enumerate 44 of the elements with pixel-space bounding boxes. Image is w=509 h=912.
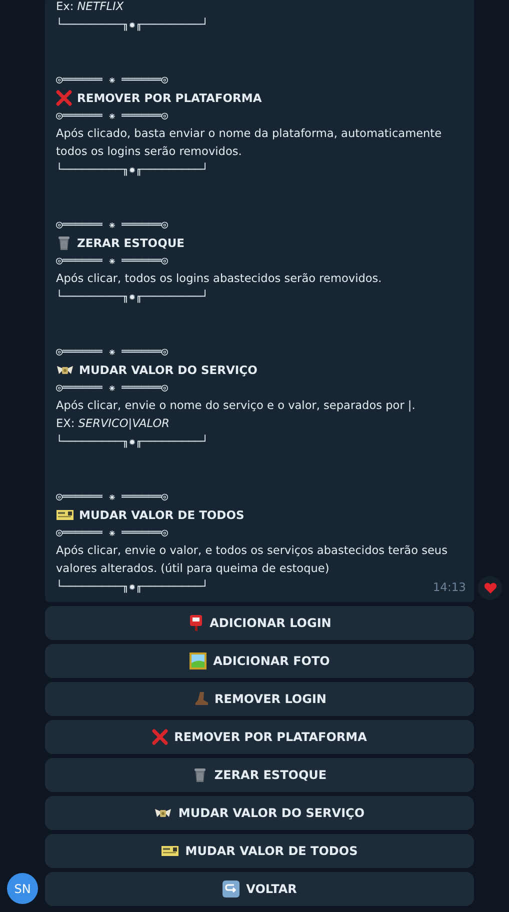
ornament-divider: └─────────╖✹╓─────────┘ [56, 16, 208, 33]
section-title: MUDAR VALOR DO SERVIÇO [79, 362, 258, 379]
description-text: Após clicar, envie o nome do serviço e o valor, separados por |. [56, 398, 416, 414]
ornament-divider: ◎══════ ⁕ ══════◎ [56, 489, 168, 505]
keyboard-button[interactable]: ADICIONAR LOGIN [45, 606, 474, 640]
description-text: Após clicar, todos os logins abastecidos serão removidos. [56, 271, 383, 287]
description-text: EX: SERVICO|VALOR [56, 416, 170, 432]
ornament-divider: ◎══════ ⁕ ══════◎ [56, 108, 168, 124]
ornament-divider: ◎══════ ⁕ ══════◎ [56, 380, 168, 396]
cross-icon [152, 729, 168, 745]
ornament-divider: └─────────╖✹╓─────────┘ [56, 162, 208, 178]
mailbox-icon [188, 614, 204, 632]
ornament-divider: └─────────╖✹╓─────────┘ [56, 288, 208, 305]
ornament-divider: └─────────╖✹╓─────────┘ [56, 434, 208, 450]
keyboard-button[interactable]: MUDAR VALOR DO SERVIÇO [45, 796, 474, 830]
boot-icon [192, 691, 209, 707]
keyboard-button[interactable]: ADICIONAR FOTO [45, 644, 474, 678]
description-text: Após clicar, envie o valor, e todos os serviços abastecidos terão seus valores alterados. (útil para queima de estoque) [56, 543, 448, 577]
banknote-icon [161, 845, 180, 857]
section-title: MUDAR VALOR DE TODOS [79, 507, 244, 524]
avatar: SN [7, 873, 38, 904]
keyboard-button[interactable]: REMOVER LOGIN [45, 682, 474, 716]
ornament-divider: ◎══════ ⁕ ══════◎ [56, 253, 168, 269]
ornament-divider: ◎══════ ⁕ ══════◎ [56, 72, 168, 88]
ornament-divider: ◎══════ ⁕ ══════◎ [56, 525, 168, 541]
keyboard-button[interactable]: VOLTAR [45, 872, 474, 906]
message-time: 14:13 [432, 579, 466, 596]
heart-icon[interactable] [484, 582, 496, 594]
description-text: Após clicado, basta enviar o nome da plataforma, automaticamente todos os logins serão removidos. [56, 126, 443, 160]
trash-can-icon [56, 235, 72, 251]
message-text: Ex: NETFLIX [56, 0, 125, 15]
banknote-icon [56, 509, 74, 521]
section-title: ZERAR ESTOQUE [77, 235, 185, 252]
keyboard-button[interactable]: ZERAR ESTOQUE [45, 758, 474, 792]
reaction-badge[interactable] [478, 576, 502, 600]
ornament-divider: ◎══════ ⁕ ══════◎ [56, 344, 168, 360]
cross-icon [56, 90, 72, 106]
trash-can-icon [192, 767, 208, 783]
framed-picture-icon [189, 652, 208, 670]
keyboard-button[interactable]: MUDAR VALOR DE TODOS [45, 834, 474, 868]
section-title: REMOVER POR PLATAFORMA [77, 90, 262, 107]
keyboard-button[interactable]: REMOVER POR PLATAFORMA [45, 720, 474, 754]
ornament-divider: ◎══════ ⁕ ══════◎ [56, 217, 168, 233]
ornament-divider: └─────────╖✹╓─────────┘ [56, 578, 208, 595]
